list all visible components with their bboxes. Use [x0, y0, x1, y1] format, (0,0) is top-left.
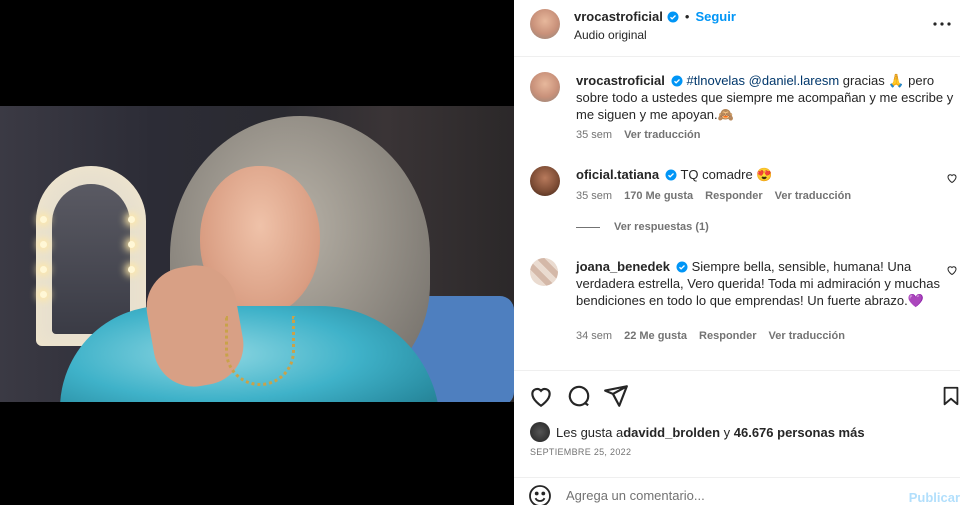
add-comment-bar: Publicar [514, 477, 960, 505]
author-line: vrocastroficial • Seguir [574, 9, 736, 24]
comment-avatar[interactable] [530, 258, 558, 286]
post-date[interactable]: SEPTIEMBRE 25, 2022 [530, 447, 631, 457]
audio-label[interactable]: Audio original [574, 28, 647, 42]
light-bulb [128, 241, 135, 248]
translate-button[interactable]: Ver traducción [775, 190, 851, 202]
comment-text: joana_benedek Siempre bella, sensible, h… [576, 258, 956, 309]
bookmark-icon[interactable] [940, 383, 960, 409]
verified-icon [667, 11, 679, 22]
reply-button[interactable]: Responder [699, 330, 756, 342]
more-options-icon [933, 22, 951, 26]
verified-icon [671, 75, 683, 87]
emoji-icon[interactable] [528, 484, 552, 505]
caption: vrocastroficial #tlnovelas @daniel.lares… [530, 70, 953, 150]
view-replies[interactable]: Ver respuestas (1) [576, 221, 709, 233]
caption-mention[interactable]: @daniel.laresm [749, 73, 840, 88]
comment-body: TQ comadre 😍 [680, 167, 773, 182]
publish-button[interactable]: Publicar [909, 490, 960, 505]
reply-button[interactable]: Responder [705, 190, 762, 202]
likes-prefix: Les gusta a [556, 424, 624, 440]
post-media [0, 0, 514, 505]
comment-avatar[interactable] [530, 166, 560, 196]
likes-others[interactable]: 46.676 personas más [734, 425, 865, 440]
comment-item: oficial.tatiana TQ comadre 😍 35 sem 170 … [530, 164, 957, 254]
light-bulb [40, 241, 47, 248]
heart-icon[interactable] [946, 172, 958, 184]
comment-icon[interactable] [566, 383, 592, 409]
post-panel: vrocastroficial • Seguir Audio original … [514, 0, 960, 505]
caption-username[interactable]: vrocastroficial [576, 73, 665, 88]
comment-item: joana_benedek Siempre bella, sensible, h… [530, 256, 957, 356]
comment-meta: 35 sem 170 Me gusta Responder Ver traduc… [576, 190, 851, 202]
replies-divider [576, 226, 600, 228]
necklace [225, 316, 295, 386]
share-icon[interactable] [603, 383, 629, 409]
view-replies-label[interactable]: Ver respuestas (1) [614, 221, 709, 233]
verified-icon [665, 169, 677, 181]
verified-icon [676, 261, 688, 273]
separator-dot: • [684, 9, 690, 24]
light-bulb [40, 291, 47, 298]
caption-hashtag[interactable]: #tlnovelas [687, 73, 746, 88]
likes-middle: y [720, 424, 734, 440]
comment-time[interactable]: 34 sem [576, 330, 612, 342]
comment-likes[interactable]: 22 Me gusta [624, 330, 687, 342]
light-bulb [40, 216, 47, 223]
follow-button[interactable]: Seguir [695, 9, 735, 24]
video-player[interactable] [0, 106, 514, 402]
comment-input[interactable] [566, 488, 896, 503]
light-bulb [128, 216, 135, 223]
more-options-button[interactable] [930, 14, 954, 34]
mirror-glass [52, 184, 130, 334]
comment-likes[interactable]: 170 Me gusta [624, 190, 693, 202]
heart-icon[interactable] [946, 264, 958, 276]
comment-time[interactable]: 35 sem [576, 190, 612, 202]
comment-text: oficial.tatiana TQ comadre 😍 [576, 166, 956, 183]
light-bulb [40, 266, 47, 273]
post-header: vrocastroficial • Seguir Audio original [514, 0, 960, 57]
heart-icon[interactable] [528, 383, 554, 409]
light-bulb [128, 266, 135, 273]
caption-time[interactable]: 35 sem [576, 129, 612, 141]
comments-list[interactable]: vrocastroficial #tlnovelas @daniel.lares… [514, 58, 960, 370]
comment-username[interactable]: joana_benedek [576, 259, 670, 274]
caption-translate[interactable]: Ver traducción [624, 129, 700, 141]
liker-avatar[interactable] [530, 422, 550, 442]
caption-text: vrocastroficial #tlnovelas @daniel.lares… [576, 72, 956, 123]
post-actions: Les gusta a davidd_brolden y 46.676 pers… [514, 370, 960, 505]
caption-meta: 35 sem Ver traducción [576, 129, 701, 141]
likes-summary: Les gusta a davidd_brolden y 46.676 pers… [530, 422, 865, 442]
caption-avatar[interactable] [530, 72, 560, 102]
comment-username[interactable]: oficial.tatiana [576, 167, 659, 182]
author-avatar[interactable] [530, 9, 560, 39]
translate-button[interactable]: Ver traducción [769, 330, 845, 342]
liker-username[interactable]: davidd_brolden [623, 425, 720, 440]
author-username[interactable]: vrocastroficial [574, 9, 663, 24]
comment-meta: 34 sem 22 Me gusta Responder Ver traducc… [576, 330, 845, 342]
